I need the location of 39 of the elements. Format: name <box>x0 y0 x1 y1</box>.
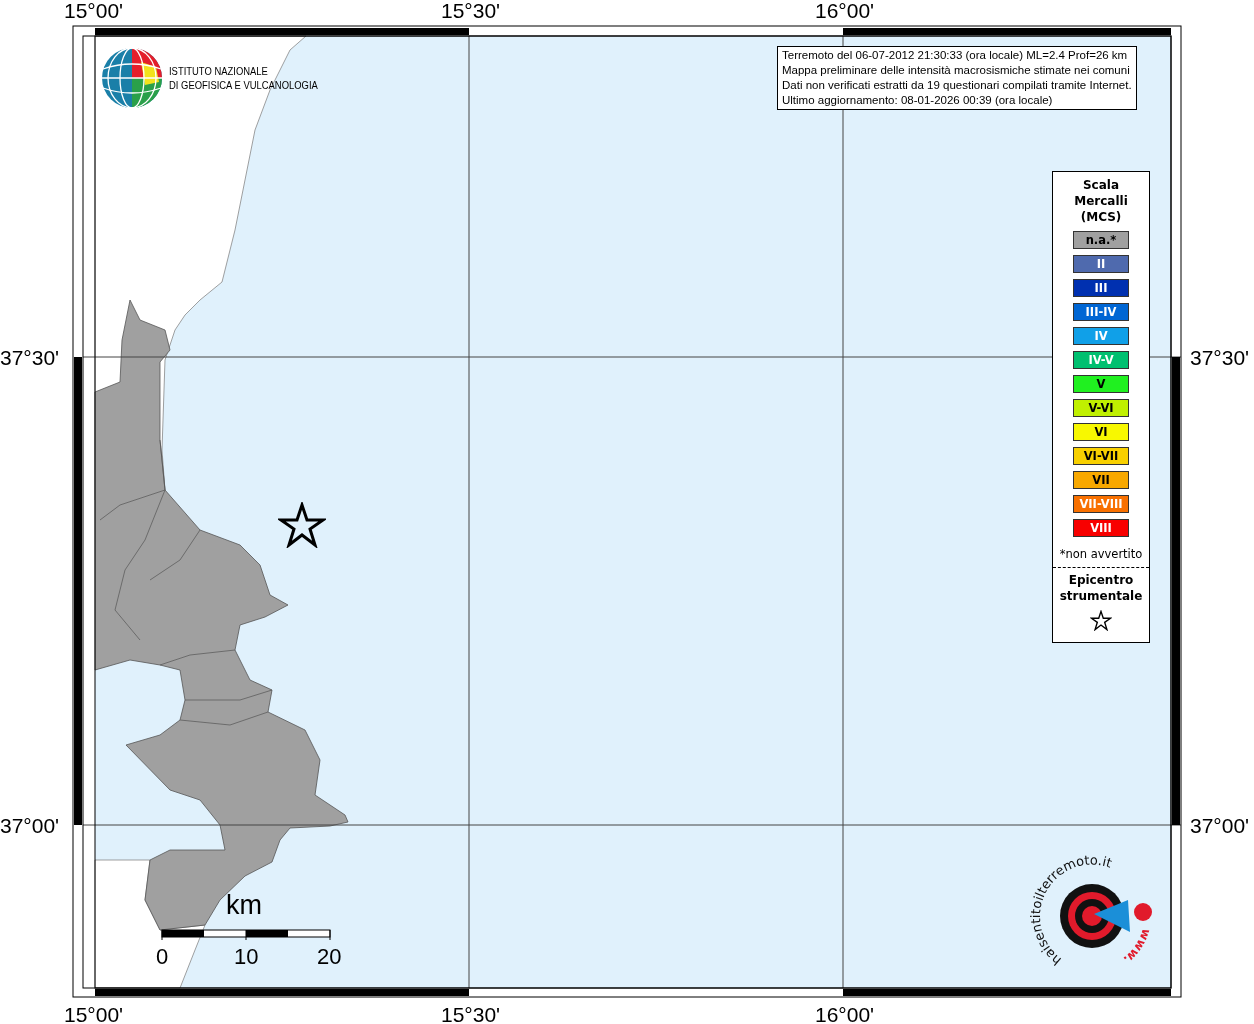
institute-name: ISTITUTO NAZIONALE <box>169 64 269 78</box>
intensity-swatch: VI <box>1073 423 1129 441</box>
longitude-label: 16°00' <box>815 0 875 21</box>
info-line: Dati non verificati estratti da 19 questionari compilati tramite Internet. <box>782 78 1132 93</box>
legend-note: *non avvertito <box>1059 547 1143 561</box>
latitude-label: 37°00' <box>1190 815 1250 836</box>
longitude-label: 16°00' <box>815 1004 875 1024</box>
longitude-label: 15°00' <box>64 1004 124 1024</box>
intensity-swatch: VII <box>1073 471 1129 489</box>
latitude-label: 37°00' <box>0 815 60 836</box>
intensity-swatch: VIII <box>1073 519 1129 537</box>
globe-logo-icon <box>101 47 163 109</box>
intensity-swatch: V <box>1073 375 1129 393</box>
scale-tick-label: 10 <box>234 946 259 968</box>
latitude-label: 37°30' <box>1190 347 1250 368</box>
intensity-swatch: II <box>1073 255 1129 273</box>
intensity-swatch: n.a.* <box>1073 231 1129 249</box>
scale-tick-label: 20 <box>317 946 342 968</box>
scale-tick-label: 0 <box>156 946 169 968</box>
intensity-swatch: IV-V <box>1073 351 1129 369</box>
info-line: Terremoto del 06-07-2012 21:30:33 (ora locale) ML=2.4 Prof=26 km <box>782 48 1129 63</box>
intensity-swatch: VII-VIII <box>1073 495 1129 513</box>
intensity-swatch: VI-VII <box>1073 447 1129 465</box>
star-icon <box>1090 610 1112 631</box>
legend-title: Scala Mercalli (MCS) <box>1073 177 1129 225</box>
institute-name: DI GEOFISICA E VULCANOLOGIA <box>169 78 318 92</box>
info-line: Ultimo aggiornamento: 08-01-2026 00:39 (ora locale) <box>782 93 1054 108</box>
scale-unit: km <box>226 892 262 919</box>
intensity-swatch: III-IV <box>1073 303 1129 321</box>
epicentre-label: Epicentro strumentale <box>1058 572 1144 604</box>
intensity-swatch: III <box>1073 279 1129 297</box>
longitude-label: 15°00' <box>64 0 124 21</box>
intensity-swatch: V-VI <box>1073 399 1129 417</box>
epicentre-star-icon <box>278 502 326 548</box>
latitude-label: 37°30' <box>0 347 60 368</box>
longitude-label: 15°30' <box>441 1004 501 1024</box>
info-line: Mappa preliminare delle intensità macrosismiche stimate nei comuni <box>782 63 1131 78</box>
longitude-label: 15°30' <box>441 0 501 21</box>
intensity-swatch: IV <box>1073 327 1129 345</box>
